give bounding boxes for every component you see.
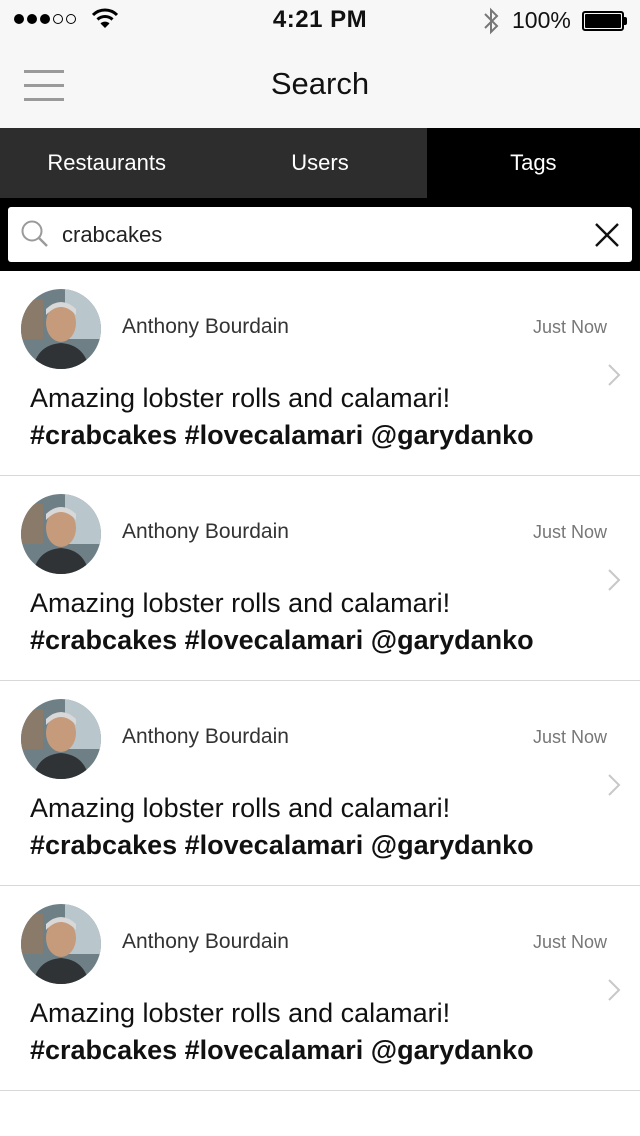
results-list: Anthony Bourdain Just Now Amazing lobste… <box>0 271 640 1091</box>
bluetooth-icon <box>484 7 499 35</box>
post-tags: #crabcakes #lovecalamari @garydanko <box>30 1035 534 1065</box>
post-user-name[interactable]: Anthony Bourdain <box>122 725 289 749</box>
search-input[interactable] <box>60 215 584 255</box>
tab-restaurants[interactable]: Restaurants <box>0 128 213 198</box>
post-timestamp: Just Now <box>532 522 607 542</box>
post-tags: #crabcakes #lovecalamari @garydanko <box>30 830 534 860</box>
avatar[interactable] <box>21 494 101 574</box>
tab-users[interactable]: Users <box>213 128 426 198</box>
close-icon[interactable] <box>594 222 620 248</box>
search-bar <box>0 198 640 271</box>
list-item[interactable]: Anthony Bourdain Just Now Amazing lobste… <box>0 886 640 1091</box>
search-icon <box>21 220 48 247</box>
post-text: Amazing lobster rolls and calamari! <box>30 793 451 823</box>
chevron-right-icon <box>608 364 621 386</box>
post-timestamp: Just Now <box>532 727 607 747</box>
avatar[interactable] <box>21 699 101 779</box>
post-timestamp: Just Now <box>532 317 607 337</box>
avatar[interactable] <box>21 289 101 369</box>
nav-bar: Search <box>0 40 640 128</box>
search-box <box>8 207 632 262</box>
list-item[interactable]: Anthony Bourdain Just Now Amazing lobste… <box>0 476 640 681</box>
page-title: Search <box>270 66 370 101</box>
post-user-name[interactable]: Anthony Bourdain <box>122 315 289 339</box>
chevron-right-icon <box>608 979 621 1001</box>
post-user-name[interactable]: Anthony Bourdain <box>122 520 289 544</box>
list-item[interactable]: Anthony Bourdain Just Now Amazing lobste… <box>0 271 640 476</box>
post-text: Amazing lobster rolls and calamari! <box>30 998 451 1028</box>
list-item[interactable]: Anthony Bourdain Just Now Amazing lobste… <box>0 681 640 886</box>
post-user-name[interactable]: Anthony Bourdain <box>122 930 289 954</box>
post-timestamp: Just Now <box>532 932 607 952</box>
chevron-right-icon <box>608 569 621 591</box>
post-tags: #crabcakes #lovecalamari @garydanko <box>30 625 534 655</box>
tab-tags[interactable]: Tags <box>426 128 640 198</box>
post-text: Amazing lobster rolls and calamari! <box>30 383 451 413</box>
status-bar: 4:21 PM 100% <box>0 0 640 40</box>
battery-icon <box>582 11 628 31</box>
search-tabs: Restaurants Users Tags <box>0 128 640 198</box>
battery-percent: 100% <box>512 7 571 33</box>
chevron-right-icon <box>608 774 621 796</box>
avatar[interactable] <box>21 904 101 984</box>
post-tags: #crabcakes #lovecalamari @garydanko <box>30 420 534 450</box>
post-text: Amazing lobster rolls and calamari! <box>30 588 451 618</box>
